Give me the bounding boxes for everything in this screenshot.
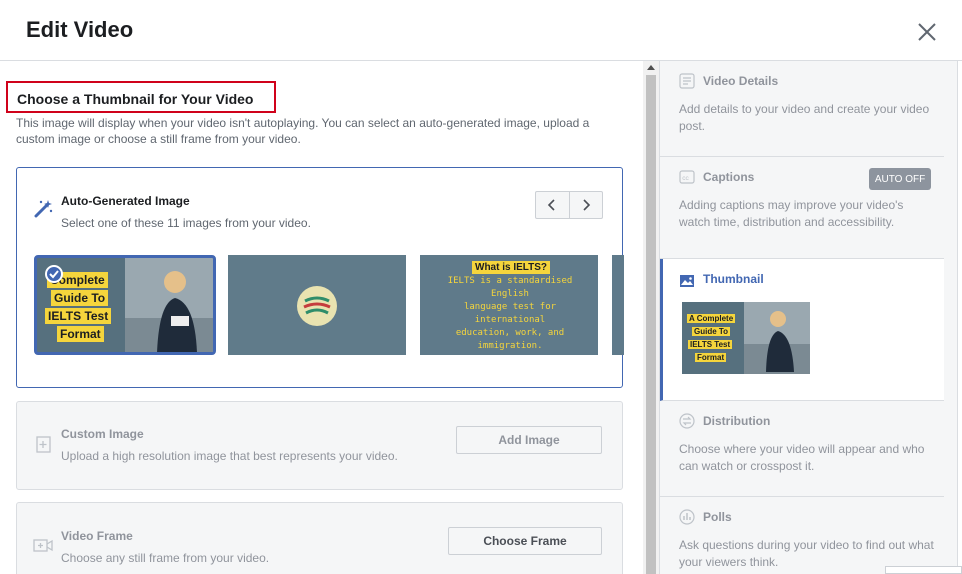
sidebar-item-thumbnail[interactable]: Thumbnail A Complete Guide To IELTS Test…	[660, 259, 944, 401]
selected-check-icon	[45, 265, 63, 283]
previous-button[interactable]	[536, 192, 569, 218]
thumb-line: Guide To	[692, 327, 731, 336]
sidebar-item-polls[interactable]: Polls Ask questions during your video to…	[660, 497, 944, 574]
person-reading-image	[744, 302, 810, 374]
choose-frame-button[interactable]: Choose Frame	[448, 527, 602, 555]
auto-generated-title: Auto-Generated Image	[61, 194, 190, 208]
scrollbar-thumb[interactable]	[646, 75, 656, 574]
thumbnail-option-2[interactable]	[228, 255, 406, 355]
video-camera-icon	[33, 539, 53, 552]
next-button[interactable]	[568, 192, 602, 218]
image-icon	[680, 275, 694, 287]
sidebar-item-label: Distribution	[703, 414, 771, 428]
thumbnail-chooser-description: This image will display when your video …	[16, 116, 590, 146]
thumbnail-option-4[interactable]	[612, 255, 624, 355]
sidebar: Video Details Add details to your video …	[659, 61, 962, 574]
sidebar-item-description: Adding captions may improve your video's…	[679, 198, 904, 229]
auto-generated-card[interactable]: Auto-Generated Image Select one of these…	[16, 167, 624, 388]
thumb-line: language test for international	[463, 302, 557, 325]
thumbnail-pager	[535, 191, 603, 219]
sidebar-item-distribution[interactable]: Distribution Choose where your video wil…	[660, 401, 944, 497]
chevron-right-icon	[583, 199, 591, 211]
current-thumbnail-preview: A Complete Guide To IELTS Test Format	[682, 302, 810, 374]
thumbnail-option-3[interactable]: What is IELTS? IELTS is a standardised E…	[420, 255, 598, 355]
video-frame-card: Video Frame Choose any still frame from …	[16, 502, 623, 574]
corner-box	[885, 566, 962, 574]
scrollbar[interactable]	[643, 61, 659, 574]
thumb-line: IELTS is a standardised English	[447, 276, 573, 299]
sidebar-item-label: Video Details	[703, 74, 779, 88]
captions-icon: cc	[679, 170, 695, 184]
thumb-line: IELTS Test	[45, 308, 112, 324]
custom-image-title: Custom Image	[61, 427, 144, 441]
person-reading-image	[125, 258, 213, 352]
auto-generated-subtitle: Select one of these 11 images from your …	[61, 216, 311, 230]
add-image-button[interactable]: Add Image	[456, 426, 602, 454]
polls-icon	[679, 509, 695, 525]
svg-text:cc: cc	[682, 175, 689, 182]
thumb-line: education, work, and immigration.	[455, 328, 565, 351]
thumbnail-panel: Choose a Thumbnail for Your Video This i…	[0, 61, 643, 574]
sidebar-item-description: Choose where your video will appear and …	[679, 442, 925, 473]
logo-icon	[297, 286, 337, 326]
thumb-line: Format	[695, 353, 727, 362]
custom-image-subtitle: Upload a high resolution image that best…	[61, 449, 398, 463]
scroll-up-arrow-icon[interactable]	[647, 65, 655, 70]
thumbnail-option-1[interactable]: Complete Guide To IELTS Test Format	[34, 255, 216, 355]
thumb-line: A Complete	[687, 314, 736, 323]
add-image-icon	[36, 436, 51, 453]
sidebar-item-video-details[interactable]: Video Details Add details to your video …	[660, 61, 944, 157]
thumb-line: What is IELTS?	[472, 261, 551, 274]
sidebar-item-label: Polls	[703, 510, 732, 524]
custom-image-card: Custom Image Upload a high resolution im…	[16, 401, 623, 490]
dialog-title: Edit Video	[26, 17, 134, 42]
thumb-line: Format	[57, 326, 104, 342]
sidebar-item-label: Captions	[703, 170, 755, 184]
sidebar-item-label: Thumbnail	[703, 272, 764, 286]
chevron-left-icon	[548, 199, 556, 211]
thumbnail-chooser-title: Choose a Thumbnail for Your Video	[6, 81, 276, 113]
thumb-line: Guide To	[51, 290, 109, 306]
close-icon[interactable]	[916, 21, 938, 43]
video-frame-title: Video Frame	[61, 529, 133, 543]
dialog-header: Edit Video	[0, 0, 962, 61]
details-icon	[679, 73, 695, 89]
magic-wand-icon	[34, 200, 53, 218]
distribution-icon	[679, 413, 695, 429]
right-edge-divider	[957, 61, 962, 566]
video-frame-subtitle: Choose any still frame from your video.	[61, 551, 270, 565]
sidebar-item-captions[interactable]: cc Captions AUTO OFF Adding captions may…	[660, 157, 944, 259]
thumb-line: IELTS Test	[688, 340, 733, 349]
auto-off-badge[interactable]: AUTO OFF	[869, 168, 931, 190]
sidebar-item-description: Add details to your video and create you…	[679, 102, 930, 133]
